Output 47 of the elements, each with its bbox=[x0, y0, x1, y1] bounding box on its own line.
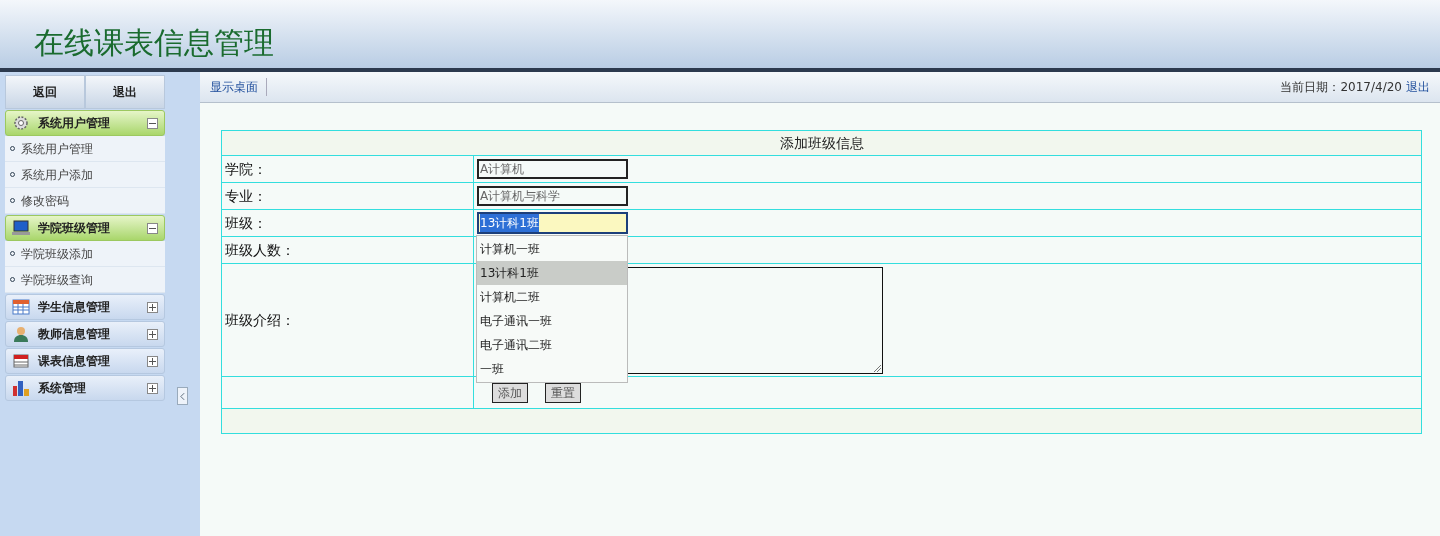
app-title: 在线课表信息管理 bbox=[34, 28, 274, 58]
expand-icon[interactable] bbox=[147, 301, 158, 313]
gear-icon bbox=[12, 115, 30, 131]
bar-chart-icon bbox=[12, 380, 30, 396]
text-field[interactable]: A计算机 bbox=[477, 159, 628, 179]
suggestion-item[interactable]: 计算机一班 bbox=[477, 237, 627, 261]
field-label: 专业： bbox=[225, 186, 267, 206]
resize-grip-icon[interactable] bbox=[874, 364, 881, 372]
suggestion-item[interactable]: 一班 bbox=[477, 357, 627, 381]
monitor-icon bbox=[12, 220, 30, 236]
menu-item[interactable]: 系统用户添加 bbox=[5, 162, 165, 188]
menu-group-header[interactable]: 教师信息管理 bbox=[5, 321, 165, 347]
sidebar-button[interactable]: 返回 bbox=[5, 75, 85, 109]
expand-icon[interactable] bbox=[147, 382, 158, 394]
menu-group-header[interactable]: 学院班级管理 bbox=[5, 215, 165, 241]
menu-item[interactable]: 系统用户管理 bbox=[5, 136, 165, 162]
expand-icon[interactable] bbox=[147, 355, 158, 367]
suggestion-item[interactable]: 电子通讯一班 bbox=[477, 309, 627, 333]
person-icon bbox=[12, 326, 30, 342]
suggestion-item[interactable]: 13计科1班 bbox=[477, 261, 627, 285]
menu-item[interactable]: 学院班级添加 bbox=[5, 241, 165, 267]
current-date: 当前日期：2017/4/20 bbox=[1280, 79, 1402, 96]
form-button[interactable]: 重置 bbox=[545, 382, 581, 403]
menu-group-header[interactable]: 系统管理 bbox=[5, 375, 165, 401]
form-button[interactable]: 添加 bbox=[492, 382, 528, 403]
suggestion-item[interactable]: 计算机二班 bbox=[477, 285, 627, 309]
field-label: 学院： bbox=[225, 159, 267, 179]
logout-link[interactable]: 退出 bbox=[1406, 78, 1430, 96]
menu-item[interactable]: 修改密码 bbox=[5, 188, 165, 214]
calendar-icon bbox=[12, 353, 30, 369]
menu-group-header[interactable]: 学生信息管理 bbox=[5, 294, 165, 320]
menu-group-header[interactable]: 课表信息管理 bbox=[5, 348, 165, 374]
sidebar-button[interactable]: 退出 bbox=[85, 75, 165, 109]
menu-group-header[interactable]: 系统用户管理 bbox=[5, 110, 165, 136]
class-input-field[interactable]: 13计科1班 bbox=[477, 212, 628, 234]
menu-item[interactable]: 学院班级查询 bbox=[5, 267, 165, 293]
form-title: 添加班级信息 bbox=[222, 131, 1421, 156]
show-desktop-link[interactable]: 显示桌面 bbox=[210, 78, 267, 96]
collapse-icon[interactable] bbox=[147, 117, 158, 129]
field-label: 班级： bbox=[225, 213, 267, 233]
suggestion-item[interactable]: 电子通讯二班 bbox=[477, 333, 627, 357]
calendar-icon bbox=[12, 299, 30, 315]
expand-icon[interactable] bbox=[147, 328, 158, 340]
collapse-icon[interactable] bbox=[147, 222, 158, 234]
field-label: 班级人数： bbox=[225, 240, 295, 260]
text-field[interactable]: A计算机与科学 bbox=[477, 186, 628, 206]
field-label: 班级介绍： bbox=[225, 310, 295, 330]
